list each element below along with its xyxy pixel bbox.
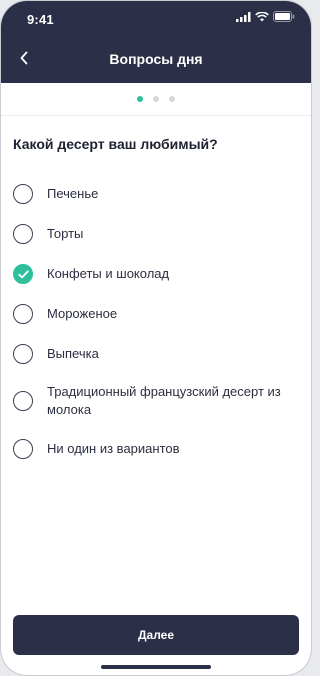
- wifi-icon: [255, 11, 269, 21]
- home-indicator: [101, 665, 211, 669]
- option-cakes[interactable]: Торты: [13, 224, 299, 244]
- status-icons: [236, 11, 295, 22]
- radio-button[interactable]: [13, 224, 33, 244]
- signal-icon: [236, 11, 251, 22]
- status-time: 9:41: [27, 12, 54, 27]
- next-button[interactable]: Далее: [13, 615, 299, 655]
- radio-button[interactable]: [13, 391, 33, 411]
- option-french-dessert[interactable]: Традиционный французский десерт из молок…: [13, 383, 299, 419]
- page-title: Вопросы дня: [109, 51, 203, 67]
- option-label: Печенье: [47, 186, 99, 201]
- option-label: Торты: [47, 226, 84, 241]
- option-label: Традиционный французский десерт из молок…: [47, 384, 281, 417]
- pager-dot: [169, 96, 175, 102]
- pager-dot: [153, 96, 159, 102]
- radio-button[interactable]: [13, 344, 33, 364]
- option-cookies[interactable]: Печенье: [13, 184, 299, 204]
- top-bar: 9:41 Вопросы дня: [1, 1, 311, 83]
- battery-icon: [273, 11, 295, 22]
- option-ice-cream[interactable]: Мороженое: [13, 304, 299, 324]
- pager-dot-active: [137, 96, 143, 102]
- option-label: Конфеты и шоколад: [47, 266, 170, 281]
- radio-button-checked[interactable]: [13, 264, 33, 284]
- pager-dots: [1, 96, 311, 102]
- radio-button[interactable]: [13, 184, 33, 204]
- radio-button[interactable]: [13, 304, 33, 324]
- option-label: Ни один из вариантов: [47, 441, 180, 456]
- option-label: Мороженое: [47, 306, 118, 321]
- phone-screen: 9:41 Вопросы дня Какой десерт ваш любимы…: [1, 1, 311, 675]
- option-pastry[interactable]: Выпечка: [13, 344, 299, 364]
- divider: [1, 115, 311, 116]
- question-title: Какой десерт ваш любимый?: [13, 136, 218, 152]
- option-sweets-chocolate[interactable]: Конфеты и шоколад: [13, 264, 299, 284]
- option-none[interactable]: Ни один из вариантов: [13, 439, 299, 459]
- chevron-left-icon: [20, 51, 28, 65]
- radio-button[interactable]: [13, 439, 33, 459]
- option-label: Выпечка: [47, 346, 99, 361]
- back-button[interactable]: [11, 45, 37, 71]
- checkmark-icon: [17, 270, 29, 278]
